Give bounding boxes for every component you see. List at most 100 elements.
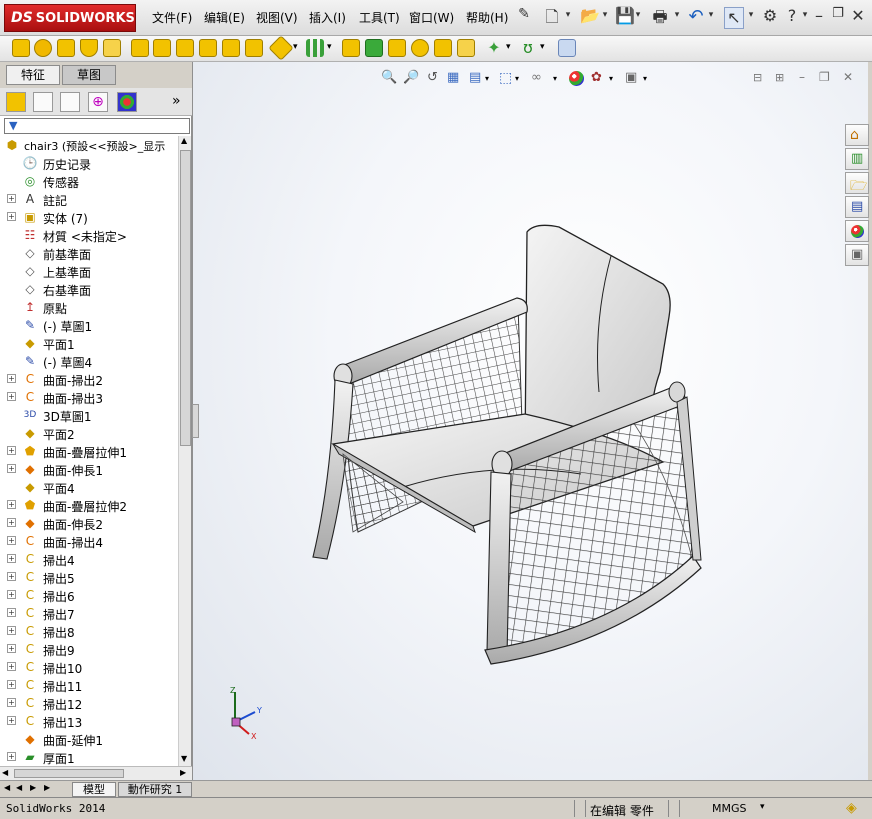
expand-plus-icon[interactable]: + xyxy=(7,212,16,221)
expand-plus-icon[interactable]: + xyxy=(7,464,16,473)
expand-plus-icon[interactable]: + xyxy=(7,446,16,455)
reference-geometry-icon[interactable]: ✦ xyxy=(485,39,503,57)
lofted-cut-icon[interactable] xyxy=(199,39,217,57)
expand-plus-icon[interactable]: + xyxy=(7,662,16,671)
chevron-down-icon[interactable]: ▾ xyxy=(633,10,643,34)
view-palette-icon[interactable]: ▤ xyxy=(845,196,869,218)
tree-item[interactable]: + C 掃出10 xyxy=(0,658,178,676)
expand-plus-icon[interactable]: + xyxy=(7,752,16,761)
linear-pattern-icon[interactable] xyxy=(306,39,324,57)
curves-icon[interactable]: ʊ xyxy=(519,39,537,57)
tree-item[interactable]: ↥ 原點 xyxy=(0,298,178,316)
property-manager-icon[interactable] xyxy=(33,92,53,112)
hscroll-thumb[interactable] xyxy=(14,769,124,778)
tree-item[interactable]: + C 掃出11 xyxy=(0,676,178,694)
tree-item[interactable]: + C 掃出13 xyxy=(0,712,178,730)
menu-view[interactable]: 视图(V) xyxy=(256,9,298,26)
swept-cut-icon[interactable] xyxy=(176,39,194,57)
chevron-down-icon[interactable]: ▾ xyxy=(293,42,298,52)
tab-scroll-next-icon[interactable]: ▶ xyxy=(30,783,36,792)
tab-features[interactable]: 特征 xyxy=(6,65,60,85)
instant3d-icon[interactable] xyxy=(558,39,576,57)
scroll-left-icon[interactable]: ◀ xyxy=(2,768,8,777)
tree-item[interactable]: + ▰ 厚面1 xyxy=(0,748,178,766)
tree-item[interactable]: + ⬟ 曲面-疊層拉伸2 xyxy=(0,496,178,514)
scrollbar-thumb[interactable] xyxy=(180,150,191,446)
chevron-down-icon[interactable]: ▾ xyxy=(506,42,511,52)
configuration-manager-icon[interactable] xyxy=(60,92,80,112)
dimxpert-icon[interactable]: ⊕ xyxy=(88,92,108,112)
mirror-icon[interactable] xyxy=(457,39,475,57)
restore-app-icon[interactable]: ❐ xyxy=(830,6,846,30)
save-icon[interactable]: 💾 xyxy=(615,6,635,30)
expand-plus-icon[interactable]: + xyxy=(7,518,16,527)
display-manager-icon[interactable] xyxy=(117,92,137,112)
graphics-area[interactable]: 🔍 🔎 ↺ ▦ ▤ ▾ ⬚ ▾ ∞ ▾ ✿ ▾ ▣ ▾ ⊟ ⊞ – ❐ ✕ Z … xyxy=(192,62,868,780)
chevron-down-icon[interactable]: ▾ xyxy=(563,10,573,34)
tree-item[interactable]: ✎ (-) 草圖1 xyxy=(0,316,178,334)
tree-item[interactable]: ✎ (-) 草圖4 xyxy=(0,352,178,370)
menu-help[interactable]: 帮助(H) xyxy=(466,9,508,26)
tab-scroll-prev-icon[interactable]: ◀ xyxy=(16,783,22,792)
menu-edit[interactable]: 编辑(E) xyxy=(204,9,245,26)
tree-item[interactable]: + C 掃出5 xyxy=(0,568,178,586)
tree-item[interactable]: ◇ 右基準面 xyxy=(0,280,178,298)
expand-plus-icon[interactable]: + xyxy=(7,374,16,383)
file-explorer-icon[interactable]: 🗁 xyxy=(845,172,869,194)
expand-plus-icon[interactable]: + xyxy=(7,716,16,725)
appearances-scenes-icon[interactable] xyxy=(845,220,869,242)
feature-tree-icon[interactable] xyxy=(6,92,26,112)
expand-plus-icon[interactable]: + xyxy=(7,698,16,707)
tab-scroll-last-icon[interactable]: ▶ xyxy=(44,783,50,792)
chevron-down-icon[interactable]: ▾ xyxy=(706,10,716,34)
tree-item[interactable]: 🕒 历史记录 xyxy=(0,154,178,172)
tree-item[interactable]: + C 曲面-掃出3 xyxy=(0,388,178,406)
rebuild-icon[interactable]: ⚙ xyxy=(762,6,778,30)
design-library-icon[interactable]: ▥ xyxy=(845,148,869,170)
solidworks-resources-icon[interactable]: ⌂ xyxy=(845,124,869,146)
open-folder-icon[interactable]: 📂 xyxy=(580,6,600,30)
panel-splitter[interactable] xyxy=(192,404,199,438)
tree-item[interactable]: + ▣ 实体 (7) xyxy=(0,208,178,226)
lofted-boss-icon[interactable] xyxy=(80,39,98,57)
tree-item[interactable]: ◎ 传感器 xyxy=(0,172,178,190)
menu-file[interactable]: 文件(F) xyxy=(152,9,192,26)
tree-item[interactable]: ◇ 上基準面 xyxy=(0,262,178,280)
close-app-icon[interactable]: ✕ xyxy=(850,6,866,30)
tree-item[interactable]: ☷ 材質 <未指定> xyxy=(0,226,178,244)
extruded-cut-icon[interactable] xyxy=(131,39,149,57)
tree-item[interactable]: + C 掃出9 xyxy=(0,640,178,658)
scroll-right-icon[interactable]: ▶ xyxy=(180,768,186,777)
tree-item[interactable]: ◆ 平面1 xyxy=(0,334,178,352)
chamfer-icon[interactable] xyxy=(268,35,294,61)
undo-icon[interactable]: ↶ xyxy=(686,6,706,30)
chevron-down-icon[interactable]: ▾ xyxy=(800,10,810,34)
expand-plus-icon[interactable]: + xyxy=(7,194,16,203)
tab-motion-study[interactable]: 動作研究 1 xyxy=(118,782,192,797)
expand-plus-icon[interactable]: + xyxy=(7,500,16,509)
tree-item[interactable]: ◆ 平面2 xyxy=(0,424,178,442)
expand-plus-icon[interactable]: + xyxy=(7,590,16,599)
menu-window[interactable]: 窗口(W) xyxy=(409,9,454,26)
tab-scroll-first-icon[interactable]: ◀ xyxy=(4,783,10,792)
tree-item[interactable]: ◆ 平面4 xyxy=(0,478,178,496)
tree-item[interactable]: + ◆ 曲面-伸長2 xyxy=(0,514,178,532)
minimize-app-icon[interactable]: – xyxy=(811,6,827,30)
fillet-icon[interactable] xyxy=(245,39,263,57)
menu-insert[interactable]: 插入(I) xyxy=(309,9,346,26)
custom-properties-icon[interactable]: ▣ xyxy=(845,244,869,266)
chevron-down-icon[interactable]: ▾ xyxy=(540,42,545,52)
tree-item[interactable]: + C 掃出6 xyxy=(0,586,178,604)
menu-tools[interactable]: 工具(T) xyxy=(359,9,400,26)
tree-item[interactable]: ◇ 前基準面 xyxy=(0,244,178,262)
tree-vertical-scrollbar[interactable]: ▲ ▼ xyxy=(178,136,191,766)
revolved-cut-icon[interactable] xyxy=(153,39,171,57)
help-icon[interactable]: ? xyxy=(784,6,800,30)
boundary-boss-icon[interactable] xyxy=(103,39,121,57)
print-icon[interactable]: 🖶 xyxy=(650,6,670,30)
tree-item[interactable]: + C 掃出8 xyxy=(0,622,178,640)
expand-chevrons-icon[interactable]: » xyxy=(172,93,181,109)
tree-item[interactable]: + C 曲面-掃出4 xyxy=(0,532,178,550)
revolved-boss-icon[interactable] xyxy=(34,39,52,57)
expand-plus-icon[interactable]: + xyxy=(7,392,16,401)
